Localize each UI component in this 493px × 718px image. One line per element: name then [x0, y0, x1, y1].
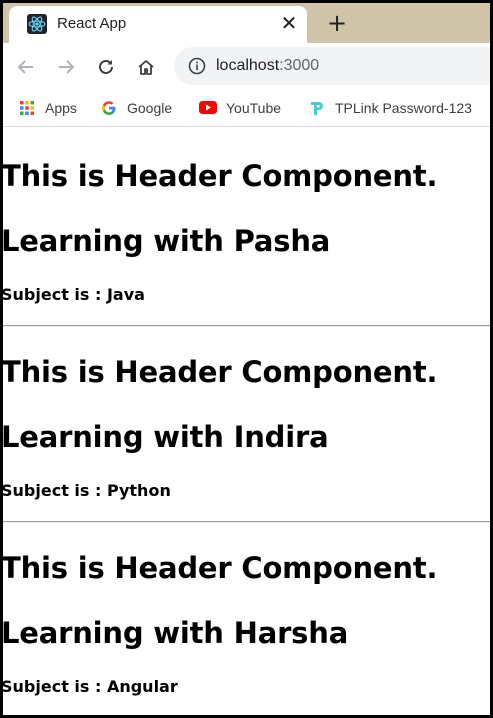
- component-header: This is Header Component.: [3, 551, 438, 585]
- tab-react-app[interactable]: React App ✕: [9, 6, 307, 43]
- component-header: This is Header Component.: [3, 355, 438, 389]
- apps-grid-icon: [18, 99, 36, 117]
- browser-window: React App ✕ + localhost:3000 Apps Google…: [3, 3, 490, 715]
- subject-text: Subject is : Java: [3, 285, 145, 304]
- browser-toolbar: localhost:3000: [3, 43, 490, 89]
- teacher-heading: Learning with Pasha: [3, 224, 331, 258]
- bookmark-label: TPLink Password-123: [335, 100, 472, 116]
- bookmark-apps[interactable]: Apps: [18, 98, 77, 118]
- tab-strip: React App ✕ +: [3, 3, 490, 43]
- tplink-icon: [308, 99, 326, 117]
- reload-icon[interactable]: [94, 55, 118, 79]
- bookmark-label: YouTube: [226, 100, 282, 116]
- bookmark-google[interactable]: Google: [100, 98, 172, 118]
- subject-text: Subject is : Python: [3, 481, 171, 500]
- address-url: localhost:3000: [216, 57, 319, 75]
- component-header: This is Header Component.: [3, 159, 438, 193]
- new-tab-icon[interactable]: +: [325, 11, 349, 35]
- home-icon[interactable]: [134, 55, 158, 79]
- forward-arrow-icon[interactable]: [54, 55, 78, 79]
- bookmark-label: Apps: [45, 100, 77, 116]
- url-host: localhost: [216, 57, 280, 74]
- youtube-icon: [199, 99, 217, 117]
- info-icon[interactable]: [188, 57, 206, 75]
- subject-text: Subject is : Angular: [3, 677, 178, 696]
- tab-title: React App: [57, 15, 127, 32]
- address-bar[interactable]: localhost:3000: [174, 47, 490, 85]
- divider: [3, 521, 490, 523]
- teacher-heading: Learning with Harsha: [3, 616, 349, 650]
- bookmark-youtube[interactable]: YouTube: [199, 98, 281, 118]
- bookmark-label: Google: [127, 100, 173, 116]
- bookmarks-bar: Apps Google YouTube TPLink Password-123: [3, 89, 490, 127]
- url-port: :3000: [279, 57, 320, 74]
- divider: [3, 325, 490, 327]
- react-logo-icon: [27, 14, 47, 34]
- page-content: This is Header Component. Learning with …: [3, 128, 490, 715]
- back-arrow-icon[interactable]: [14, 55, 38, 79]
- teacher-heading: Learning with Indira: [3, 420, 329, 454]
- close-tab-icon[interactable]: ✕: [279, 13, 299, 33]
- google-icon: [100, 99, 118, 117]
- bookmark-tplink[interactable]: TPLink Password-123: [308, 98, 472, 118]
